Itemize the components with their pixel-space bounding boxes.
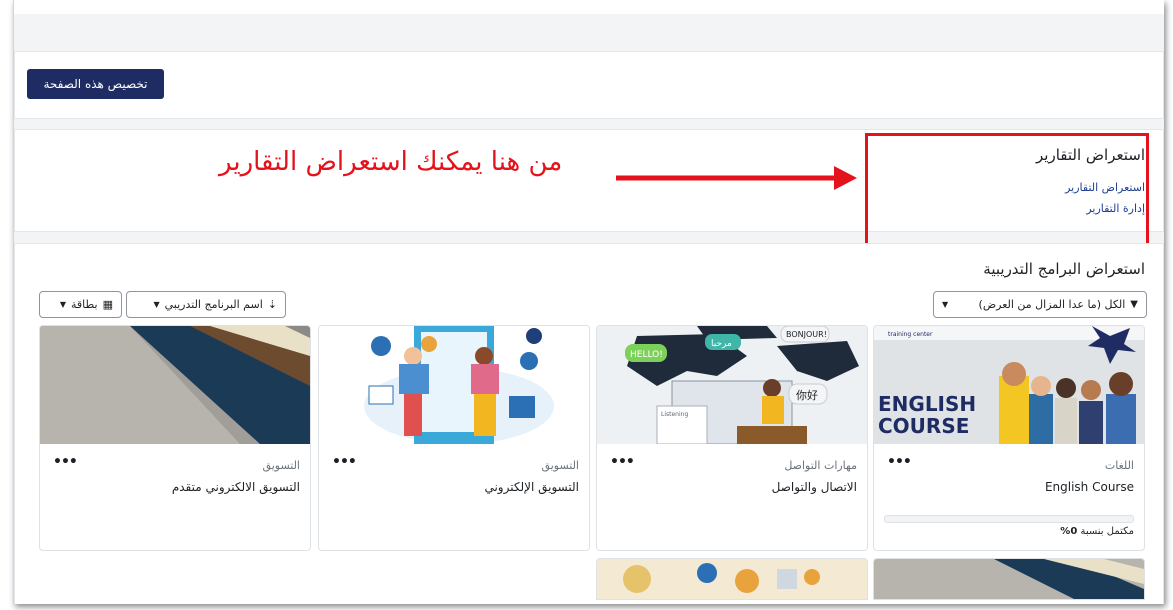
- course-card-emarketing[interactable]: ••• التسويق التسويق الإلكتروني: [318, 325, 590, 551]
- top-strip: [14, 0, 1164, 14]
- view-dropdown-label: بطاقة: [71, 298, 98, 311]
- course-name[interactable]: التسويق الالكتروني متقدم: [172, 480, 300, 494]
- course-category: مهارات التواصل: [784, 459, 857, 472]
- progress-bar: [884, 515, 1134, 523]
- progress-label-text: مكتمل بنسبة: [1077, 526, 1134, 537]
- course-card-english[interactable]: ENGLISH COURSE training center ••• اللغا…: [873, 325, 1145, 551]
- customize-panel: [14, 51, 1164, 119]
- grid-icon: ▦: [102, 298, 113, 311]
- card-more-menu-icon[interactable]: •••: [332, 454, 357, 470]
- course-card-communication[interactable]: HELLO! مرحبا BONJOUR! 你好 Listening ••• م…: [596, 325, 868, 551]
- caret-down-icon: ▼: [59, 300, 66, 309]
- svg-text:Listening: Listening: [661, 411, 688, 418]
- sort-dropdown[interactable]: ⇣ اسم البرنامج التدريبي ▼: [126, 291, 286, 318]
- course-image-advanced-emarketing: [40, 326, 310, 444]
- svg-text:HELLO!: HELLO!: [630, 350, 663, 360]
- view-dropdown[interactable]: ▦ بطاقة ▼: [39, 291, 122, 318]
- progress-value: 0%: [1060, 526, 1078, 537]
- caret-down-icon: ▼: [153, 300, 160, 309]
- filter-icon: ▼: [1130, 299, 1138, 310]
- sort-dropdown-label: اسم البرنامج التدريبي: [164, 298, 263, 311]
- annotation-text: من هنا يمكنك استعراض التقارير: [219, 147, 563, 177]
- card-more-menu-icon[interactable]: •••: [887, 454, 912, 470]
- course-category: التسويق: [262, 459, 300, 472]
- course-image-communication: HELLO! مرحبا BONJOUR! 你好 Listening: [597, 326, 867, 444]
- course-category: التسويق: [541, 459, 579, 472]
- course-name[interactable]: English Course: [1045, 480, 1134, 494]
- course-name[interactable]: الاتصال والتواصل: [772, 480, 857, 494]
- svg-text:你好: 你好: [796, 388, 818, 402]
- svg-text:ENGLISH: ENGLISH: [878, 392, 976, 416]
- courses-block: استعراض البرامج التدريبية ▼ الكل (ما عدا…: [14, 243, 1164, 604]
- caret-down-icon: ▼: [942, 300, 949, 309]
- course-name[interactable]: التسويق الإلكتروني: [484, 480, 579, 494]
- card-more-menu-icon[interactable]: •••: [53, 454, 78, 470]
- course-card-partial[interactable]: [873, 558, 1145, 600]
- annotation-arrow-icon: [616, 166, 857, 190]
- courses-block-title: استعراض البرامج التدريبية: [983, 260, 1145, 278]
- customize-page-button[interactable]: تخصيص هذه الصفحة: [27, 69, 164, 99]
- svg-text:BONJOUR!: BONJOUR!: [786, 330, 827, 339]
- svg-text:training center: training center: [888, 331, 933, 338]
- course-category: اللغات: [1104, 459, 1134, 472]
- filter-dropdown[interactable]: ▼ الكل (ما عدا المزال من العرض) ▼: [933, 291, 1147, 318]
- page-frame: تخصيص هذه الصفحة استعراض التقارير استعرا…: [13, 0, 1164, 604]
- course-card-advanced-emarketing[interactable]: ••• التسويق التسويق الالكتروني متقدم: [39, 325, 311, 551]
- progress-label: مكتمل بنسبة 0%: [1060, 526, 1134, 537]
- sort-icon: ⇣: [267, 298, 277, 311]
- course-image-english: ENGLISH COURSE training center: [874, 326, 1144, 444]
- card-more-menu-icon[interactable]: •••: [610, 454, 635, 470]
- course-card-partial[interactable]: [596, 558, 868, 600]
- course-image-partial: [597, 559, 867, 599]
- course-image-emarketing: [319, 326, 589, 444]
- svg-text:مرحبا: مرحبا: [711, 339, 732, 349]
- filter-dropdown-label: الكل (ما عدا المزال من العرض): [978, 298, 1126, 311]
- svg-text:COURSE: COURSE: [878, 414, 969, 438]
- course-image-partial: [874, 559, 1144, 599]
